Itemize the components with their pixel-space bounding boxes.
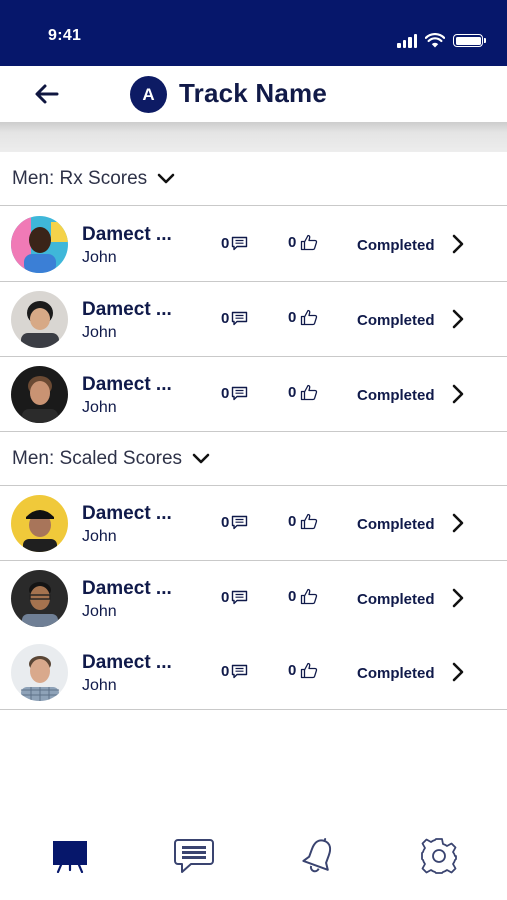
status-icons	[397, 30, 486, 48]
comment-icon	[232, 590, 248, 605]
wifi-icon	[425, 33, 445, 48]
chevron-right-icon[interactable]	[450, 383, 466, 405]
status-label: Completed	[357, 237, 435, 254]
likes-count[interactable]: 0	[288, 513, 318, 530]
status-label: Completed	[357, 387, 435, 404]
avatar	[11, 570, 68, 627]
avatar	[11, 216, 68, 273]
status-bar: 9:41	[0, 0, 507, 66]
thumbs-up-icon	[301, 662, 318, 679]
nav-item-settings[interactable]	[417, 834, 461, 878]
likes-count[interactable]: 0	[288, 234, 318, 251]
comments-count[interactable]: 0	[221, 514, 248, 531]
back-arrow-icon[interactable]	[33, 80, 61, 108]
athlete-subname: John	[82, 528, 117, 545]
comments-count[interactable]: 0	[221, 385, 248, 402]
likes-count[interactable]: 0	[288, 588, 318, 605]
athlete-name: Damect ...	[82, 652, 172, 673]
table-row[interactable]: Damect ... John 0 0 Completed	[0, 486, 507, 561]
comment-icon	[232, 664, 248, 679]
table-row[interactable]: Damect ... John 0 0 Completed	[0, 635, 507, 710]
status-label: Completed	[357, 312, 435, 329]
chevron-right-icon[interactable]	[450, 233, 466, 255]
signal-icon	[397, 34, 417, 48]
chevron-down-icon	[192, 453, 210, 463]
athlete-subname: John	[82, 603, 117, 620]
comment-icon	[232, 515, 248, 530]
athlete-name: Damect ...	[82, 374, 172, 395]
track-avatar: A	[130, 76, 167, 113]
athlete-name: Damect ...	[82, 299, 172, 320]
nav-item-chat[interactable]	[172, 834, 216, 878]
bell-icon	[302, 838, 332, 873]
nav-item-whiteboard[interactable]	[48, 834, 92, 878]
avatar	[11, 291, 68, 348]
comments-count[interactable]: 0	[221, 310, 248, 327]
header-shadow	[0, 122, 507, 152]
table-row[interactable]: Damect ... John 0 0 Completed	[0, 207, 507, 282]
avatar	[11, 366, 68, 423]
chevron-right-icon[interactable]	[450, 512, 466, 534]
athlete-name: Damect ...	[82, 503, 172, 524]
comments-count[interactable]: 0	[221, 589, 248, 606]
table-row[interactable]: Damect ... John 0 0 Completed	[0, 282, 507, 357]
thumbs-up-icon	[301, 384, 318, 401]
comment-icon	[232, 386, 248, 401]
comment-icon	[232, 236, 248, 251]
bottom-nav	[0, 820, 507, 900]
page-title: Track Name	[179, 78, 327, 108]
status-time: 9:41	[48, 27, 82, 44]
nav-item-notifications[interactable]	[297, 834, 341, 878]
thumbs-up-icon	[301, 588, 318, 605]
chevron-right-icon[interactable]	[450, 661, 466, 683]
chat-icon	[174, 839, 214, 873]
avatar	[11, 495, 68, 552]
athlete-subname: John	[82, 677, 117, 694]
likes-count[interactable]: 0	[288, 384, 318, 401]
likes-count[interactable]: 0	[288, 309, 318, 326]
thumbs-up-icon	[301, 309, 318, 326]
gear-icon	[421, 838, 457, 874]
status-label: Completed	[357, 516, 435, 533]
comment-icon	[232, 311, 248, 326]
athlete-name: Damect ...	[82, 224, 172, 245]
comments-count[interactable]: 0	[221, 235, 248, 252]
status-label: Completed	[357, 665, 435, 682]
table-row[interactable]: Damect ... John 0 0 Completed	[0, 561, 507, 636]
section-header-scaled[interactable]: Men: Scaled Scores	[0, 432, 507, 486]
athlete-subname: John	[82, 399, 117, 416]
thumbs-up-icon	[301, 513, 318, 530]
section-label: Men: Rx Scores	[12, 167, 148, 189]
thumbs-up-icon	[301, 234, 318, 251]
whiteboard-icon	[53, 841, 87, 873]
likes-count[interactable]: 0	[288, 662, 318, 679]
athlete-subname: John	[82, 324, 117, 341]
comments-count[interactable]: 0	[221, 663, 248, 680]
chevron-right-icon[interactable]	[450, 308, 466, 330]
section-label: Men: Scaled Scores	[12, 447, 183, 469]
table-row[interactable]: Damect ... John 0 0 Completed	[0, 357, 507, 432]
section-header-rx[interactable]: Men: Rx Scores	[0, 152, 507, 206]
chevron-down-icon	[157, 173, 175, 183]
app-header: A Track Name	[0, 66, 507, 122]
avatar	[11, 644, 68, 701]
status-label: Completed	[357, 591, 435, 608]
athlete-subname: John	[82, 249, 117, 266]
athlete-name: Damect ...	[82, 578, 172, 599]
battery-icon	[453, 34, 486, 47]
chevron-right-icon[interactable]	[450, 587, 466, 609]
